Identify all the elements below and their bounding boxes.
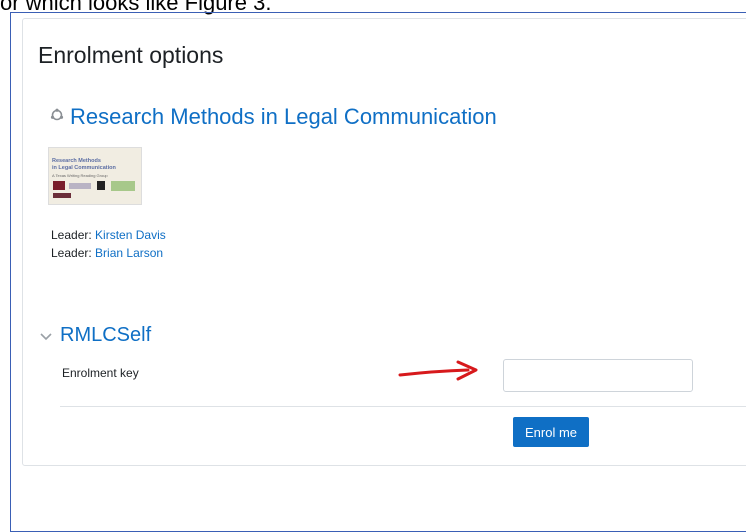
chevron-down-icon[interactable] [40,333,52,341]
enrolment-key-input[interactable] [503,359,693,392]
leader-link[interactable]: Kirsten Davis [95,228,166,242]
enrolment-key-label: Enrolment key [62,366,139,380]
annotation-arrow-icon [398,360,478,381]
course-icon [50,108,64,121]
thumbnail-logo [111,181,135,191]
enrol-me-button[interactable]: Enrol me [513,417,589,447]
thumbnail-title-line1: Research Methods [52,158,101,164]
thumbnail-logo [53,193,71,198]
thumbnail-title-line2: in Legal Communication [52,165,116,171]
thumbnail-subtitle: A Texas Writing Reading Group [52,173,108,178]
leader-label: Leader: [51,246,92,260]
leader-row: Leader: Brian Larson [51,244,166,262]
course-leaders: Leader: Kirsten Davis Leader: Brian Lars… [51,226,166,262]
leader-row: Leader: Kirsten Davis [51,226,166,244]
thumbnail-logo [69,183,91,189]
leader-label: Leader: [51,228,92,242]
thumbnail-logo [53,181,65,190]
page-title: Enrolment options [38,42,224,68]
leader-link[interactable]: Brian Larson [95,246,163,260]
course-title-link[interactable]: Research Methods in Legal Communication [70,104,497,130]
section-title[interactable]: RMLCSelf [60,324,151,347]
course-image[interactable]: Research Methods in Legal Communication … [48,147,142,205]
thumbnail-logo [97,181,105,190]
divider [60,406,746,407]
